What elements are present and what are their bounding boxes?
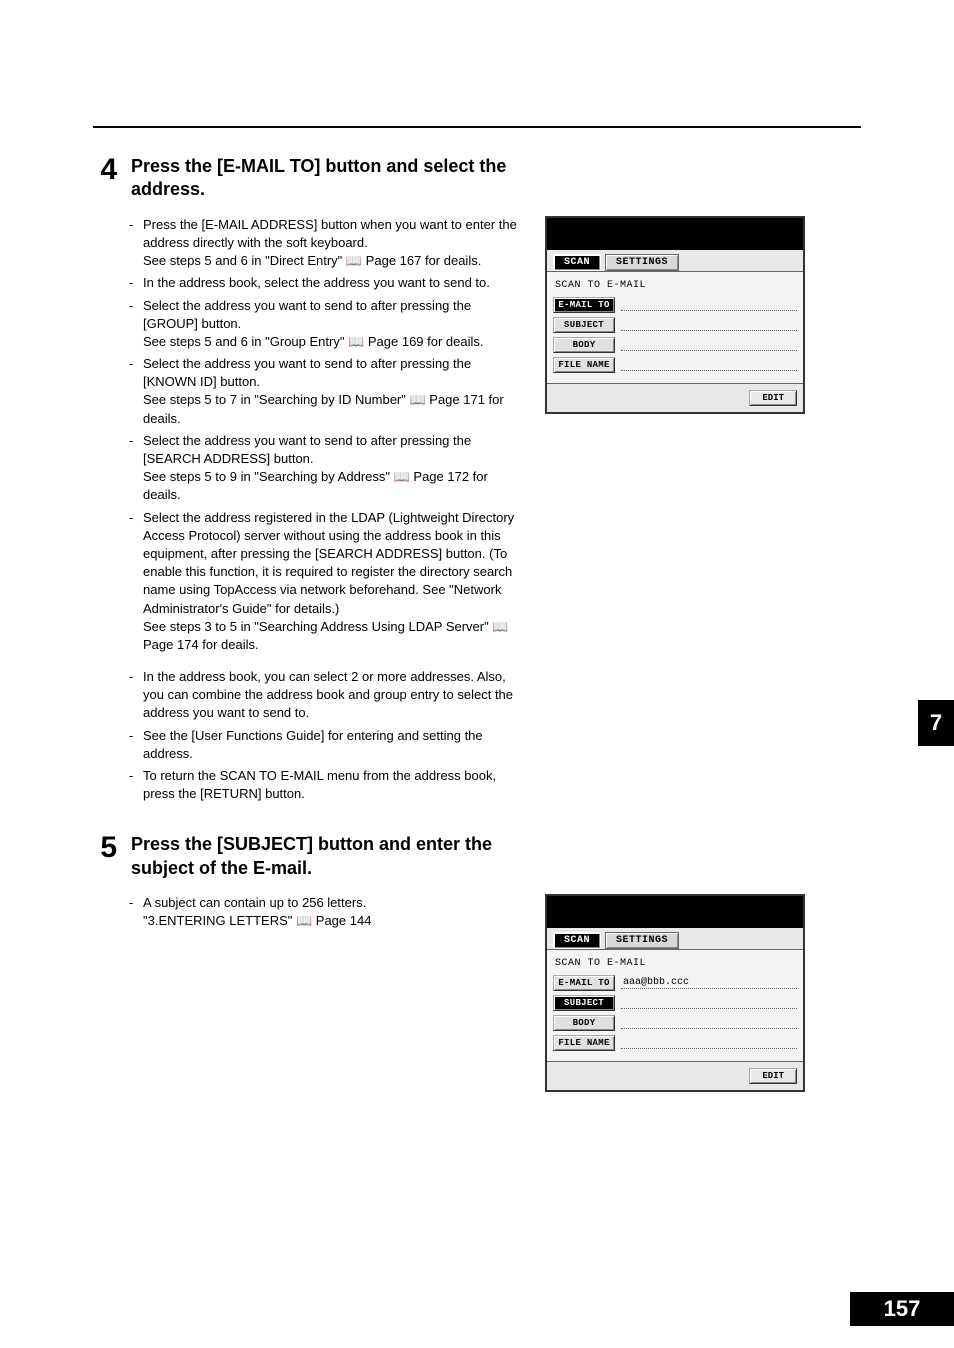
filename-button[interactable]: FILE NAME	[553, 357, 615, 373]
step-4: 4 Press the [E-MAIL TO] button and selec…	[93, 155, 853, 807]
filename-field	[621, 359, 797, 371]
email-to-field: aaa@bbb.ccc	[621, 977, 797, 989]
edit-button[interactable]: EDIT	[749, 1068, 797, 1084]
screen-header: SCAN TO E-MAIL	[555, 280, 797, 291]
step5-bullets: A subject can contain up to 256 letters.…	[129, 894, 523, 930]
device-screen-step5: SCAN SETTINGS SCAN TO E-MAIL E-MAIL TO a…	[545, 894, 805, 1092]
bullet-item: In the address book, select the address …	[129, 274, 523, 292]
email-to-button[interactable]: E-MAIL TO	[553, 975, 615, 991]
screen-header: SCAN TO E-MAIL	[555, 958, 797, 969]
chapter-tab: 7	[918, 700, 954, 746]
tab-settings[interactable]: SETTINGS	[605, 932, 679, 949]
top-rule	[93, 126, 861, 128]
step-title: Press the [SUBJECT] button and enter the…	[131, 833, 551, 880]
tab-settings[interactable]: SETTINGS	[605, 254, 679, 271]
bullet-item: In the address book, you can select 2 or…	[129, 668, 523, 723]
tab-scan[interactable]: SCAN	[553, 254, 601, 271]
bullet-item: Press the [E-MAIL ADDRESS] button when y…	[129, 216, 523, 271]
bullet-item: To return the SCAN TO E-MAIL menu from t…	[129, 767, 523, 803]
email-to-button[interactable]: E-MAIL TO	[553, 297, 615, 313]
bullet-item: See the [User Functions Guide] for enter…	[129, 727, 523, 763]
page-number: 157	[850, 1292, 954, 1326]
body-button[interactable]: BODY	[553, 337, 615, 353]
filename-field	[621, 1037, 797, 1049]
step-title: Press the [E-MAIL TO] button and select …	[131, 155, 551, 202]
subject-field	[621, 997, 797, 1009]
bullet-item: Select the address you want to send to a…	[129, 355, 523, 428]
body-button[interactable]: BODY	[553, 1015, 615, 1031]
subject-button[interactable]: SUBJECT	[553, 995, 615, 1011]
step-5: 5 Press the [SUBJECT] button and enter t…	[93, 833, 853, 1092]
subject-button[interactable]: SUBJECT	[553, 317, 615, 333]
body-field	[621, 1017, 797, 1029]
step-number: 5	[93, 833, 117, 863]
edit-button[interactable]: EDIT	[749, 390, 797, 406]
filename-button[interactable]: FILE NAME	[553, 1035, 615, 1051]
bullet-item: Select the address registered in the LDA…	[129, 509, 523, 655]
bullet-item: A subject can contain up to 256 letters.…	[129, 894, 523, 930]
subject-field	[621, 319, 797, 331]
step4-bullets: Press the [E-MAIL ADDRESS] button when y…	[129, 216, 523, 804]
bullet-item: Select the address you want to send to a…	[129, 432, 523, 505]
body-field	[621, 339, 797, 351]
device-screen-step4: SCAN SETTINGS SCAN TO E-MAIL E-MAIL TO S…	[545, 216, 805, 414]
step-number: 4	[93, 155, 117, 185]
email-to-field	[621, 299, 797, 311]
bullet-item: Select the address you want to send to a…	[129, 297, 523, 352]
tab-scan[interactable]: SCAN	[553, 932, 601, 949]
